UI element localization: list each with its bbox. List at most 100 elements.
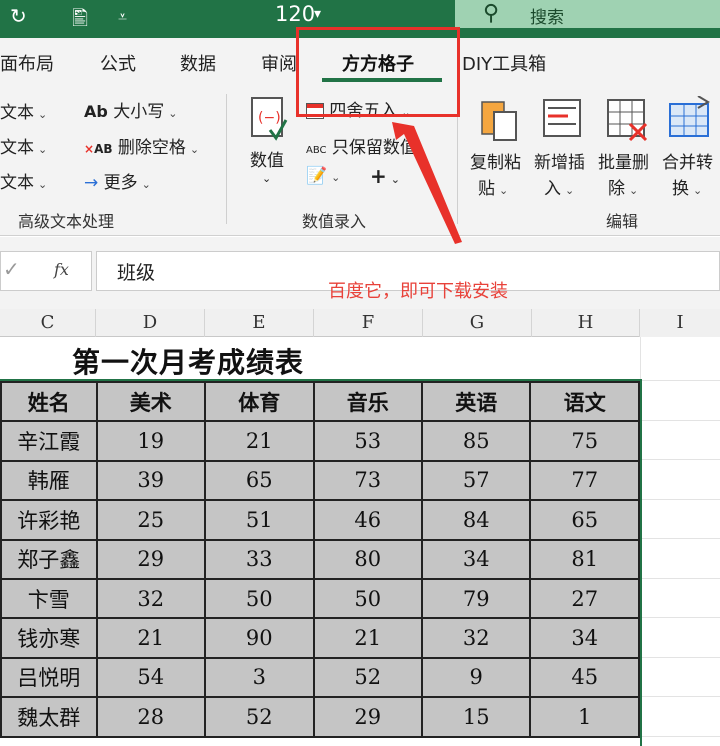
column-header-g[interactable]: G (423, 309, 532, 337)
table-cell[interactable]: 50 (312, 577, 423, 620)
table-cell[interactable]: 34 (420, 538, 532, 580)
table-cell[interactable]: 21 (204, 420, 315, 462)
remove-space-button[interactable]: ×AB 删除空格 ⌄ (84, 133, 199, 158)
copy-paste-button[interactable]: 复制粘 贴 ⌄ (470, 96, 530, 206)
worksheet[interactable]: 第一次月考成绩表 姓名 美术 体育 音乐 英语 语文 辛江霞 19 21 53 … (0, 337, 720, 746)
table-cell[interactable]: 21 (95, 617, 207, 659)
zoom-value[interactable]: 120 (275, 2, 315, 26)
new-insert-label-2: 入 ⌄ (544, 179, 575, 199)
table-cell[interactable]: 65 (204, 459, 315, 502)
table-cell[interactable]: 吕悦明 (0, 656, 98, 699)
table-row: 郑子鑫 29 33 80 34 81 (0, 538, 640, 580)
table-cell[interactable]: 28 (95, 696, 207, 738)
header-cell[interactable]: 体育 (204, 380, 315, 423)
keep-value-button[interactable]: ABC 只保留数值 (306, 133, 417, 158)
tab-data[interactable]: 数据 (180, 50, 216, 76)
column-header-i[interactable]: I (640, 309, 720, 337)
tab-diy-toolbox[interactable]: DIY工具箱 (462, 50, 546, 76)
column-header-d[interactable]: D (96, 309, 205, 337)
table-cell[interactable]: 79 (420, 577, 532, 620)
table-cell[interactable]: 39 (95, 459, 207, 502)
add-button[interactable]: + ⌄ (370, 164, 400, 188)
tab-review[interactable]: 审阅 (261, 50, 297, 76)
text-menu-1[interactable]: 文本 ⌄ (0, 98, 47, 123)
table-cell[interactable]: 韩雁 (0, 459, 98, 502)
header-cell[interactable]: 美术 (95, 380, 207, 423)
table-cell[interactable]: 1 (529, 696, 640, 738)
table-cell[interactable]: 51 (204, 499, 315, 541)
column-header-c[interactable]: C (0, 309, 96, 337)
gridline (640, 459, 720, 460)
table-cell[interactable]: 90 (204, 617, 315, 659)
tab-formulas[interactable]: 公式 (100, 50, 136, 76)
table-cell[interactable]: 32 (420, 617, 532, 659)
table-cell[interactable]: 27 (529, 577, 640, 620)
table-cell[interactable]: 许彩艳 (0, 499, 98, 541)
table-cell[interactable]: 73 (312, 459, 423, 502)
table-cell[interactable]: 52 (204, 696, 315, 738)
table-cell[interactable]: 84 (420, 499, 532, 541)
header-cell[interactable]: 英语 (420, 380, 532, 423)
table-cell[interactable]: 52 (312, 656, 423, 699)
edit-format-button[interactable]: 📝 ⌄ (306, 166, 340, 186)
column-header-e[interactable]: E (205, 309, 314, 337)
table-cell[interactable]: 32 (95, 577, 207, 620)
gridline (640, 538, 720, 539)
table-cell[interactable]: 75 (529, 420, 640, 462)
table-cell[interactable]: 34 (529, 617, 640, 659)
check-icon[interactable]: ✓ (3, 257, 20, 281)
table-cell[interactable]: 钱亦寒 (0, 617, 98, 659)
new-insert-button[interactable]: 新增插 入 ⌄ (534, 96, 594, 206)
table-cell[interactable]: 57 (420, 459, 532, 502)
table-cell[interactable]: 25 (95, 499, 207, 541)
tab-page-layout[interactable]: 面布局 (0, 50, 54, 76)
table-cell[interactable]: 45 (529, 656, 640, 699)
table-row: 辛江霞 19 21 53 85 75 (0, 420, 640, 462)
table-cell[interactable]: 9 (420, 656, 532, 699)
text-menu-3[interactable]: 文本 ⌄ (0, 168, 47, 193)
group-label-value: 数值录入 (302, 212, 367, 231)
column-header-h[interactable]: H (532, 309, 640, 337)
case-button[interactable]: Ab 大小写 ⌄ (84, 97, 177, 122)
table-cell[interactable]: 80 (312, 538, 423, 580)
table-cell[interactable]: 85 (420, 420, 532, 462)
more-button[interactable]: → 更多 ⌄ (84, 168, 151, 193)
print-preview-icon[interactable]: 🖺 (72, 4, 88, 38)
header-cell[interactable]: 音乐 (312, 380, 423, 423)
value-button[interactable]: (−) 数值 ⌄ (248, 94, 292, 204)
sheet-title[interactable]: 第一次月考成绩表 (72, 341, 304, 381)
quick-access-menu-icon[interactable]: ⩡ (118, 7, 127, 27)
fx-icon[interactable]: fx (54, 260, 69, 279)
header-cell[interactable]: 语文 (529, 380, 640, 423)
delete-grid-icon (607, 99, 648, 142)
table-cell[interactable]: 53 (312, 420, 423, 462)
table-cell[interactable]: 77 (529, 459, 640, 502)
table-cell[interactable]: 15 (420, 696, 532, 738)
column-header-f[interactable]: F (314, 309, 423, 337)
table-cell[interactable]: 郑子鑫 (0, 538, 98, 580)
table-cell[interactable]: 81 (529, 538, 640, 580)
table-cell[interactable]: 65 (529, 499, 640, 541)
divider (226, 94, 227, 224)
table-cell[interactable]: 3 (204, 656, 315, 699)
header-cell[interactable]: 姓名 (0, 380, 98, 423)
table-cell[interactable]: 魏太群 (0, 696, 98, 738)
batch-delete-button[interactable]: 批量删 除 ⌄ (598, 96, 658, 206)
table-cell[interactable]: 50 (204, 577, 315, 620)
table-cell[interactable]: 辛江霞 (0, 420, 98, 462)
table-row: 许彩艳 25 51 46 84 65 (0, 499, 640, 541)
search-box[interactable]: ⚲ 搜索 (455, 0, 720, 28)
table-cell[interactable]: 46 (312, 499, 423, 541)
table-cell[interactable]: 卞雪 (0, 577, 98, 620)
table-cell[interactable]: 33 (204, 538, 315, 580)
table-cell[interactable]: 54 (95, 656, 207, 699)
table-cell[interactable]: 21 (312, 617, 423, 659)
text-menu-2[interactable]: 文本 ⌄ (0, 133, 47, 158)
table-cell[interactable]: 29 (312, 696, 423, 738)
table-cell[interactable]: 29 (95, 538, 207, 580)
redo-icon[interactable]: ↻ (10, 4, 27, 28)
batch-delete-label-1: 批量删 (598, 153, 649, 173)
chevron-down-icon[interactable]: ▾ (314, 6, 321, 22)
table-cell[interactable]: 19 (95, 420, 207, 462)
merge-convert-button[interactable]: 合并转 换 ⌄ (660, 95, 720, 206)
